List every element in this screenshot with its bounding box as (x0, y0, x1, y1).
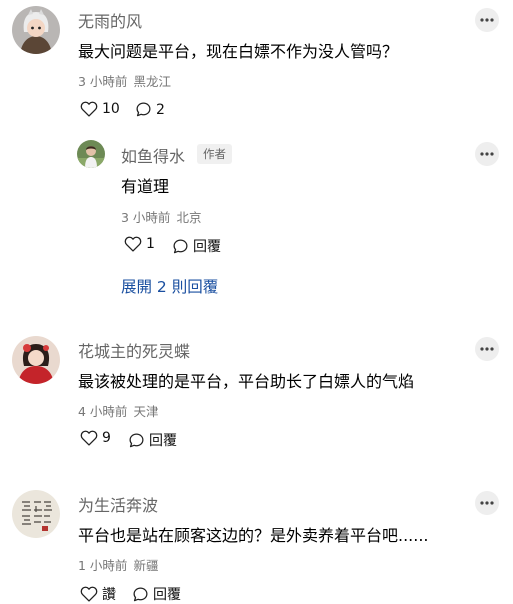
commenter-avatar[interactable] (12, 490, 60, 538)
reply-button[interactable]: 2 (135, 101, 165, 118)
comment-text: 最该被处理的是平台，平台助长了白嫖人的气焰 (78, 372, 415, 391)
like-button[interactable]: 10 (80, 101, 120, 117)
like-count: 1 (146, 236, 155, 252)
expand-replies-link[interactable]: 展開 2 則回覆 (121, 275, 218, 297)
like-button[interactable]: 1 (124, 236, 155, 252)
more-dots-icon (480, 18, 494, 22)
like-count: 9 (102, 430, 111, 446)
more-dots-icon (480, 347, 494, 351)
more-options-button[interactable] (475, 142, 499, 166)
comment-meta: 1 小時前 新疆 (78, 555, 164, 574)
reply-button[interactable]: 回覆 (128, 430, 177, 450)
more-dots-icon (480, 152, 494, 156)
reply-label: 回覆 (193, 239, 221, 255)
commenter-name[interactable]: 花城主的死灵蝶 (78, 338, 190, 362)
heart-outline-icon (80, 101, 98, 117)
more-dots-icon (480, 501, 494, 505)
author-badge: 作者 (197, 144, 232, 164)
heart-outline-icon (80, 430, 98, 446)
comment-time: 4 小時前 (78, 404, 128, 419)
comment-meta: 3 小時前 黑龙江 (78, 71, 177, 90)
reply-label: 回覆 (149, 433, 177, 449)
reply-button[interactable]: 回覆 (132, 584, 181, 604)
reply-time: 3 小時前 (121, 210, 171, 225)
comment-bubble-icon (136, 102, 151, 117)
more-options-button[interactable] (475, 491, 499, 515)
like-count: 10 (102, 101, 120, 117)
reply-meta: 3 小時前 北京 (121, 207, 207, 226)
reply-button[interactable]: 回覆 (172, 236, 221, 256)
commenter-avatar[interactable] (12, 336, 60, 384)
heart-outline-icon (80, 586, 98, 602)
comment-bubble-icon (129, 432, 144, 447)
more-options-button[interactable] (475, 337, 499, 361)
reply-author-name[interactable]: 如鱼得水 (121, 143, 185, 167)
reply-text: 有道理 (121, 177, 170, 196)
comment-bubble-icon (173, 238, 188, 253)
reply-label: 回覆 (153, 587, 181, 603)
reply-location: 北京 (176, 210, 202, 225)
comment-meta: 4 小時前 天津 (78, 401, 164, 420)
comment-text: 平台也是站在顾客这边的？是外卖养着平台吧...... (78, 526, 429, 545)
commenter-name[interactable]: 为生活奔波 (78, 492, 158, 516)
comment-time: 1 小時前 (78, 558, 128, 573)
comment-bubble-icon (133, 586, 148, 601)
like-label: 讚 (102, 587, 116, 603)
heart-outline-icon (124, 236, 142, 252)
reply-count: 2 (156, 101, 165, 118)
reply-author-avatar[interactable] (77, 140, 105, 168)
comment-text: 最大问题是平台，现在白嫖不作为没人管吗？ (78, 42, 399, 61)
comment-location: 新疆 (133, 558, 159, 573)
comment-location: 黑龙江 (133, 74, 171, 89)
more-options-button[interactable] (475, 8, 499, 32)
comment-time: 3 小時前 (78, 74, 128, 89)
commenter-name[interactable]: 无雨的风 (78, 8, 142, 32)
commenter-avatar[interactable] (12, 6, 60, 54)
comment-location: 天津 (133, 404, 159, 419)
like-button[interactable]: 讚 (80, 584, 116, 604)
like-button[interactable]: 9 (80, 430, 111, 446)
